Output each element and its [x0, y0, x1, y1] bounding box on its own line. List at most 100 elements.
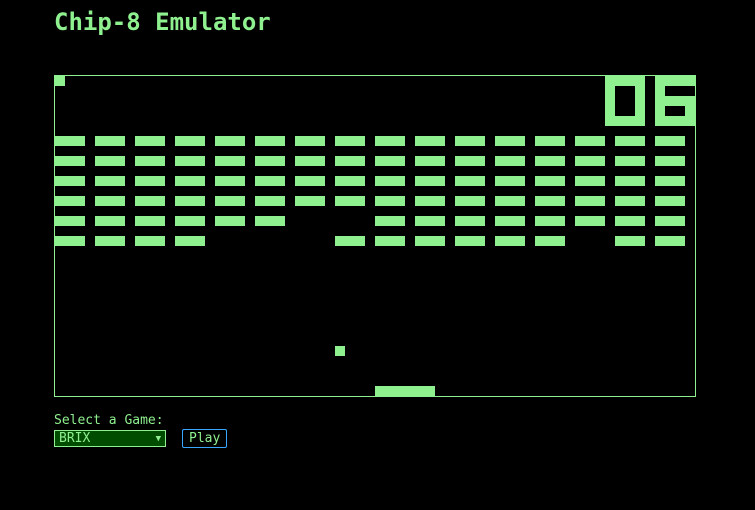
brick: [335, 196, 365, 206]
brick: [655, 156, 685, 166]
brick: [295, 176, 325, 186]
ball: [335, 346, 345, 356]
game-controls: Select a Game: BRIX ▼ Play: [54, 413, 228, 448]
brick: [215, 196, 245, 206]
brick: [255, 136, 285, 146]
brick: [575, 176, 605, 186]
brick: [655, 176, 685, 186]
brick: [95, 176, 125, 186]
brick: [615, 236, 645, 246]
brick: [455, 176, 485, 186]
brick: [455, 216, 485, 226]
brick: [615, 156, 645, 166]
brick: [255, 196, 285, 206]
brick: [455, 236, 485, 246]
brick: [175, 216, 205, 226]
brick: [535, 176, 565, 186]
brick: [55, 136, 85, 146]
brick: [575, 216, 605, 226]
brick: [135, 176, 165, 186]
paddle: [375, 386, 435, 396]
brick: [95, 216, 125, 226]
brick: [415, 236, 445, 246]
brick: [255, 216, 285, 226]
lives-indicator: [55, 76, 65, 86]
brick-wall: [55, 136, 685, 246]
game-screen[interactable]: [54, 75, 696, 397]
brick: [415, 136, 445, 146]
brick: [655, 236, 685, 246]
brick: [535, 216, 565, 226]
brick: [535, 136, 565, 146]
brick: [535, 236, 565, 246]
brick: [95, 156, 125, 166]
brick: [575, 136, 605, 146]
brick: [455, 196, 485, 206]
score-digit: [655, 76, 695, 126]
brick: [175, 196, 205, 206]
brick: [175, 176, 205, 186]
brick: [535, 156, 565, 166]
brick: [575, 156, 605, 166]
brick: [495, 216, 525, 226]
brick: [375, 236, 405, 246]
brick: [495, 176, 525, 186]
brick: [375, 176, 405, 186]
brick: [295, 136, 325, 146]
brick: [255, 176, 285, 186]
brick: [335, 176, 365, 186]
brick: [95, 136, 125, 146]
brick: [135, 216, 165, 226]
brick: [615, 136, 645, 146]
brick: [415, 216, 445, 226]
brick: [375, 196, 405, 206]
brick: [495, 156, 525, 166]
brick: [375, 216, 405, 226]
brick: [495, 236, 525, 246]
brick: [415, 176, 445, 186]
brick: [215, 156, 245, 166]
brick: [335, 236, 365, 246]
brick: [655, 196, 685, 206]
brick: [575, 196, 605, 206]
brick: [95, 196, 125, 206]
brick: [175, 156, 205, 166]
brick: [55, 156, 85, 166]
brick: [415, 196, 445, 206]
brick: [175, 136, 205, 146]
play-button[interactable]: Play: [182, 429, 228, 448]
brick: [615, 216, 645, 226]
brick: [335, 156, 365, 166]
brick: [255, 156, 285, 166]
brick: [415, 156, 445, 166]
brick: [55, 216, 85, 226]
brick: [295, 156, 325, 166]
select-game-label: Select a Game:: [54, 413, 164, 428]
brick: [535, 196, 565, 206]
score-digit: [605, 76, 645, 126]
brick: [375, 156, 405, 166]
chevron-down-icon: ▼: [155, 434, 161, 444]
brick: [95, 236, 125, 246]
brick: [55, 236, 85, 246]
brick: [295, 196, 325, 206]
brick: [615, 176, 645, 186]
score-display: [605, 76, 695, 126]
brick: [55, 176, 85, 186]
brick: [135, 156, 165, 166]
brick: [455, 156, 485, 166]
game-select[interactable]: BRIX ▼: [54, 430, 166, 447]
brick: [55, 196, 85, 206]
game-display: [55, 76, 695, 396]
brick: [135, 136, 165, 146]
brick: [375, 136, 405, 146]
brick: [135, 196, 165, 206]
selected-game-value: BRIX: [59, 431, 91, 446]
brick: [655, 136, 685, 146]
brick: [215, 176, 245, 186]
brick: [335, 136, 365, 146]
brick: [615, 196, 645, 206]
brick: [215, 136, 245, 146]
brick: [135, 236, 165, 246]
page-title: Chip-8 Emulator: [54, 8, 271, 36]
